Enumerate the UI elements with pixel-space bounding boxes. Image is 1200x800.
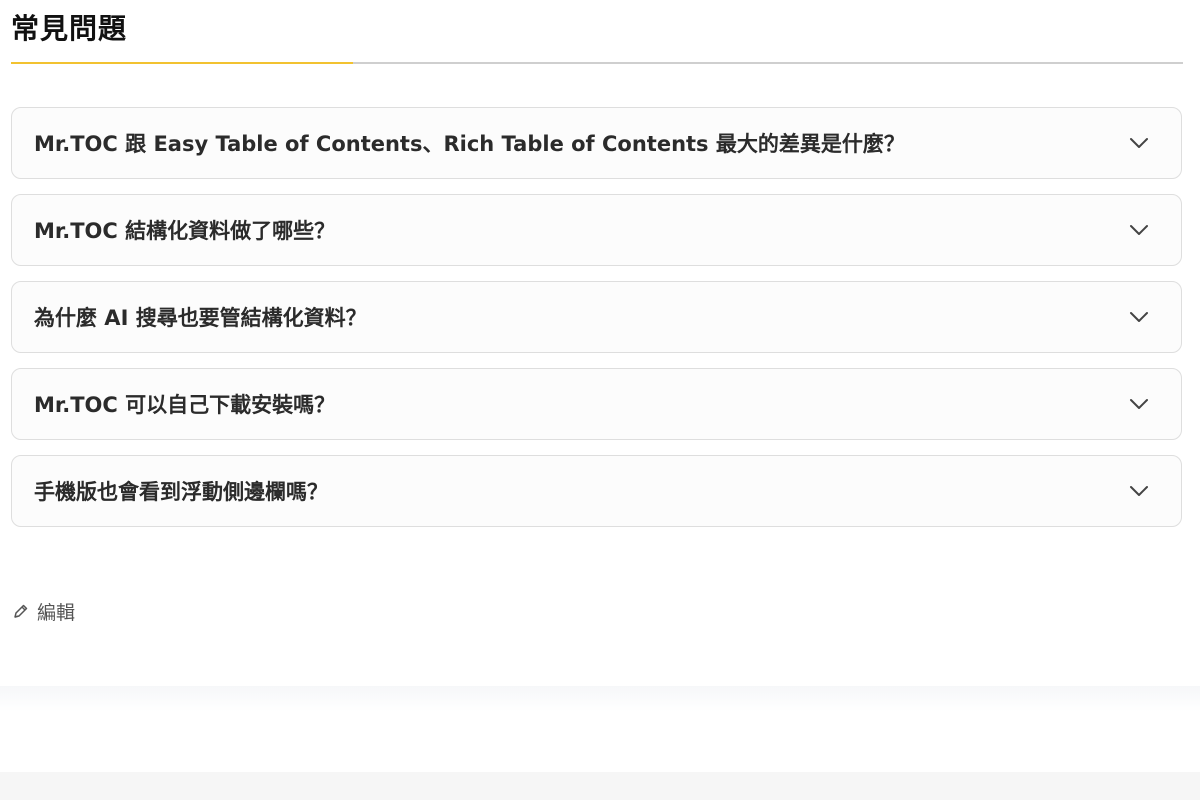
chevron-down-icon — [1130, 225, 1148, 235]
pencil-icon — [14, 604, 28, 618]
faq-question: 為什麼 AI 搜尋也要管結構化資料？ — [34, 306, 367, 330]
title-divider — [11, 62, 1183, 64]
faq-question: Mr.TOC 結構化資料做了哪些？ — [34, 219, 336, 243]
faq-item-structured-data[interactable]: Mr.TOC 結構化資料做了哪些？ — [11, 194, 1182, 266]
faq-question: Mr.TOC 跟 Easy Table of Contents、Rich Tab… — [34, 132, 905, 156]
faq-item-mobile-sidebar[interactable]: 手機版也會看到浮動側邊欄嗎？ — [11, 455, 1182, 527]
edit-link[interactable]: 編輯 — [12, 598, 75, 625]
faq-item-ai-search[interactable]: 為什麼 AI 搜尋也要管結構化資料？ — [11, 281, 1182, 353]
footer-band — [0, 686, 1200, 772]
chevron-down-icon — [1130, 399, 1148, 409]
title-divider-accent — [11, 62, 353, 64]
chevron-down-icon — [1130, 138, 1148, 148]
faq-list: Mr.TOC 跟 Easy Table of Contents、Rich Tab… — [11, 107, 1183, 542]
footer-band-bottom — [0, 772, 1200, 800]
faq-item-self-install[interactable]: Mr.TOC 可以自己下載安裝嗎？ — [11, 368, 1182, 440]
chevron-down-icon — [1130, 486, 1148, 496]
page: 常見問題 Mr.TOC 跟 Easy Table of Contents、Ric… — [0, 0, 1200, 800]
faq-section-title: 常見問題 — [11, 12, 128, 45]
faq-item-differences[interactable]: Mr.TOC 跟 Easy Table of Contents、Rich Tab… — [11, 107, 1182, 179]
chevron-down-icon — [1130, 312, 1148, 322]
edit-label: 編輯 — [37, 602, 76, 624]
faq-question: 手機版也會看到浮動側邊欄嗎？ — [34, 480, 328, 504]
faq-question: Mr.TOC 可以自己下載安裝嗎？ — [34, 393, 336, 417]
